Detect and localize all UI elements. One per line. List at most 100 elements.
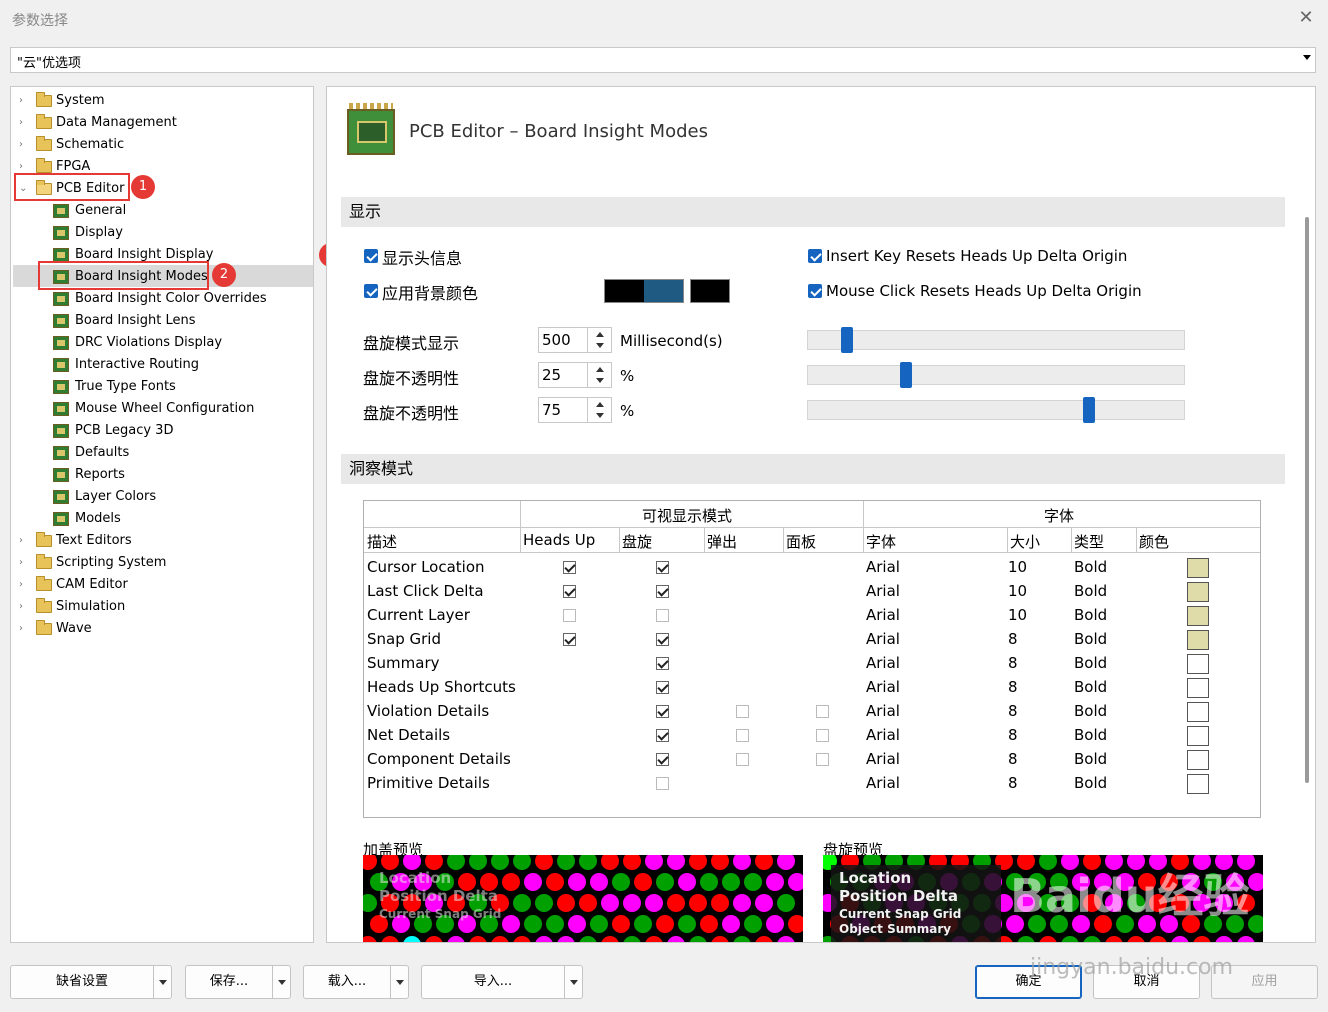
table-row[interactable]: Component Details Arial 8 Bold: [364, 748, 1260, 772]
hover-mode-delay-spinner[interactable]: 500: [538, 327, 612, 353]
row-color-swatch[interactable]: [1187, 630, 1209, 650]
row-color-swatch[interactable]: [1187, 654, 1209, 674]
use-bg-color-checkbox[interactable]: [364, 284, 378, 298]
hover-opacity-spinner[interactable]: 25: [538, 362, 612, 388]
row-color-swatch[interactable]: [1187, 774, 1209, 794]
tree-item-schematic[interactable]: › Schematic: [11, 134, 311, 156]
col-header-color[interactable]: 颜色: [1139, 531, 1169, 552]
hover-checkbox[interactable]: [656, 705, 669, 718]
col-header-hover[interactable]: 盘旋: [622, 531, 652, 552]
tree-item-scripting-system[interactable]: › Scripting System: [11, 552, 311, 574]
table-row[interactable]: Current Layer Arial 10 Bold: [364, 604, 1260, 628]
chevron-right-icon[interactable]: ›: [19, 596, 29, 618]
chevron-down-icon[interactable]: [272, 966, 290, 998]
save-button[interactable]: 保存...: [185, 965, 291, 999]
col-header-size[interactable]: 大小: [1010, 531, 1040, 552]
spinner-arrows-icon[interactable]: [587, 398, 611, 422]
table-row[interactable]: Summary Arial 8 Bold: [364, 652, 1260, 676]
row-color-swatch[interactable]: [1187, 678, 1209, 698]
insight-modes-table[interactable]: 可视显示模式 字体 描述 Heads Up 盘旋 弹出 面板 字体 大小 类型 …: [363, 500, 1261, 818]
hover-checkbox[interactable]: [656, 585, 669, 598]
chevron-right-icon[interactable]: ›: [19, 530, 29, 552]
slider-thumb[interactable]: [1083, 397, 1095, 423]
chevron-right-icon[interactable]: ›: [19, 574, 29, 596]
tree-item-board-insight-color-overrides[interactable]: Board Insight Color Overrides: [11, 288, 311, 310]
tree-item-models[interactable]: Models: [11, 508, 311, 530]
row-color-swatch[interactable]: [1187, 606, 1209, 626]
heads-up-checkbox[interactable]: [563, 561, 576, 574]
hover-opacity-2-slider[interactable]: [807, 397, 1185, 423]
tree-item-display[interactable]: Display: [11, 222, 311, 244]
tree-item-defaults[interactable]: Defaults: [11, 442, 311, 464]
tree-item-text-editors[interactable]: › Text Editors: [11, 530, 311, 552]
chevron-right-icon[interactable]: ›: [19, 90, 29, 112]
bg-color-swatch[interactable]: [690, 279, 730, 303]
popup-checkbox[interactable]: [736, 705, 749, 718]
panel-checkbox[interactable]: [816, 729, 829, 742]
col-header-popup[interactable]: 弹出: [707, 531, 737, 552]
tree-item-simulation[interactable]: › Simulation: [11, 596, 311, 618]
hover-opacity-slider[interactable]: [807, 362, 1185, 388]
slider-thumb[interactable]: [900, 362, 912, 388]
table-row[interactable]: Heads Up Shortcuts Arial 8 Bold: [364, 676, 1260, 700]
popup-checkbox[interactable]: [736, 753, 749, 766]
chevron-right-icon[interactable]: ›: [19, 618, 29, 640]
close-icon[interactable]: ✕: [1296, 8, 1316, 28]
import-button[interactable]: 导入...: [421, 965, 583, 999]
category-tree[interactable]: › System › Data Management › Schematic › FPGA ⌄ P…: [10, 86, 314, 943]
col-header-type[interactable]: 类型: [1074, 531, 1104, 552]
spinner-arrows-icon[interactable]: [587, 328, 611, 352]
hover-checkbox[interactable]: [656, 729, 669, 742]
col-header-heads-up[interactable]: Heads Up: [523, 531, 595, 549]
table-row[interactable]: Cursor Location Arial 10 Bold: [364, 556, 1260, 580]
tree-item-general[interactable]: General: [11, 200, 311, 222]
hover-mode-delay-slider[interactable]: [807, 327, 1185, 353]
chevron-down-icon[interactable]: [564, 966, 582, 998]
row-color-swatch[interactable]: [1187, 558, 1209, 578]
tree-item-drc-violations-display[interactable]: DRC Violations Display: [11, 332, 311, 354]
col-header-font[interactable]: 字体: [866, 531, 896, 552]
vertical-scrollbar[interactable]: [1305, 217, 1309, 783]
table-row[interactable]: Snap Grid Arial 8 Bold: [364, 628, 1260, 652]
tree-item-system[interactable]: › System: [11, 90, 311, 112]
profile-dropdown[interactable]: "云"优选项: [10, 47, 1316, 73]
chevron-down-icon[interactable]: [153, 966, 171, 998]
hover-checkbox[interactable]: [656, 657, 669, 670]
heads-up-checkbox[interactable]: [563, 609, 576, 622]
hover-checkbox[interactable]: [656, 561, 669, 574]
heads-up-checkbox[interactable]: [563, 585, 576, 598]
tree-item-true-type-fonts[interactable]: True Type Fonts: [11, 376, 311, 398]
show-heads-up-checkbox[interactable]: [364, 249, 378, 263]
tree-item-pcb-legacy-3d[interactable]: PCB Legacy 3D: [11, 420, 311, 442]
tree-item-board-insight-lens[interactable]: Board Insight Lens: [11, 310, 311, 332]
heads-up-checkbox[interactable]: [563, 633, 576, 646]
col-header-panel[interactable]: 面板: [786, 531, 816, 552]
row-color-swatch[interactable]: [1187, 726, 1209, 746]
tree-item-wave[interactable]: › Wave: [11, 618, 311, 640]
tree-item-mouse-wheel-configuration[interactable]: Mouse Wheel Configuration: [11, 398, 311, 420]
panel-checkbox[interactable]: [816, 705, 829, 718]
hover-opacity-2-spinner[interactable]: 75: [538, 397, 612, 423]
popup-checkbox[interactable]: [736, 729, 749, 742]
hover-checkbox[interactable]: [656, 681, 669, 694]
hover-checkbox[interactable]: [656, 777, 669, 790]
slider-thumb[interactable]: [841, 327, 853, 353]
spinner-arrows-icon[interactable]: [587, 363, 611, 387]
bg-color-swatch-pair[interactable]: [604, 279, 684, 303]
row-color-swatch[interactable]: [1187, 582, 1209, 602]
tree-item-cam-editor[interactable]: › CAM Editor: [11, 574, 311, 596]
tree-item-interactive-routing[interactable]: Interactive Routing: [11, 354, 311, 376]
panel-checkbox[interactable]: [816, 753, 829, 766]
chevron-down-icon[interactable]: [390, 966, 408, 998]
chevron-right-icon[interactable]: ›: [19, 112, 29, 134]
mouse-click-reset-checkbox[interactable]: [808, 284, 822, 298]
hover-checkbox[interactable]: [656, 753, 669, 766]
col-header-description[interactable]: 描述: [367, 531, 397, 552]
table-row[interactable]: Last Click Delta Arial 10 Bold: [364, 580, 1260, 604]
load-button[interactable]: 载入...: [303, 965, 409, 999]
table-row[interactable]: Net Details Arial 8 Bold: [364, 724, 1260, 748]
row-color-swatch[interactable]: [1187, 702, 1209, 722]
tree-item-reports[interactable]: Reports: [11, 464, 311, 486]
chevron-right-icon[interactable]: ›: [19, 134, 29, 156]
tree-item-data-management[interactable]: › Data Management: [11, 112, 311, 134]
